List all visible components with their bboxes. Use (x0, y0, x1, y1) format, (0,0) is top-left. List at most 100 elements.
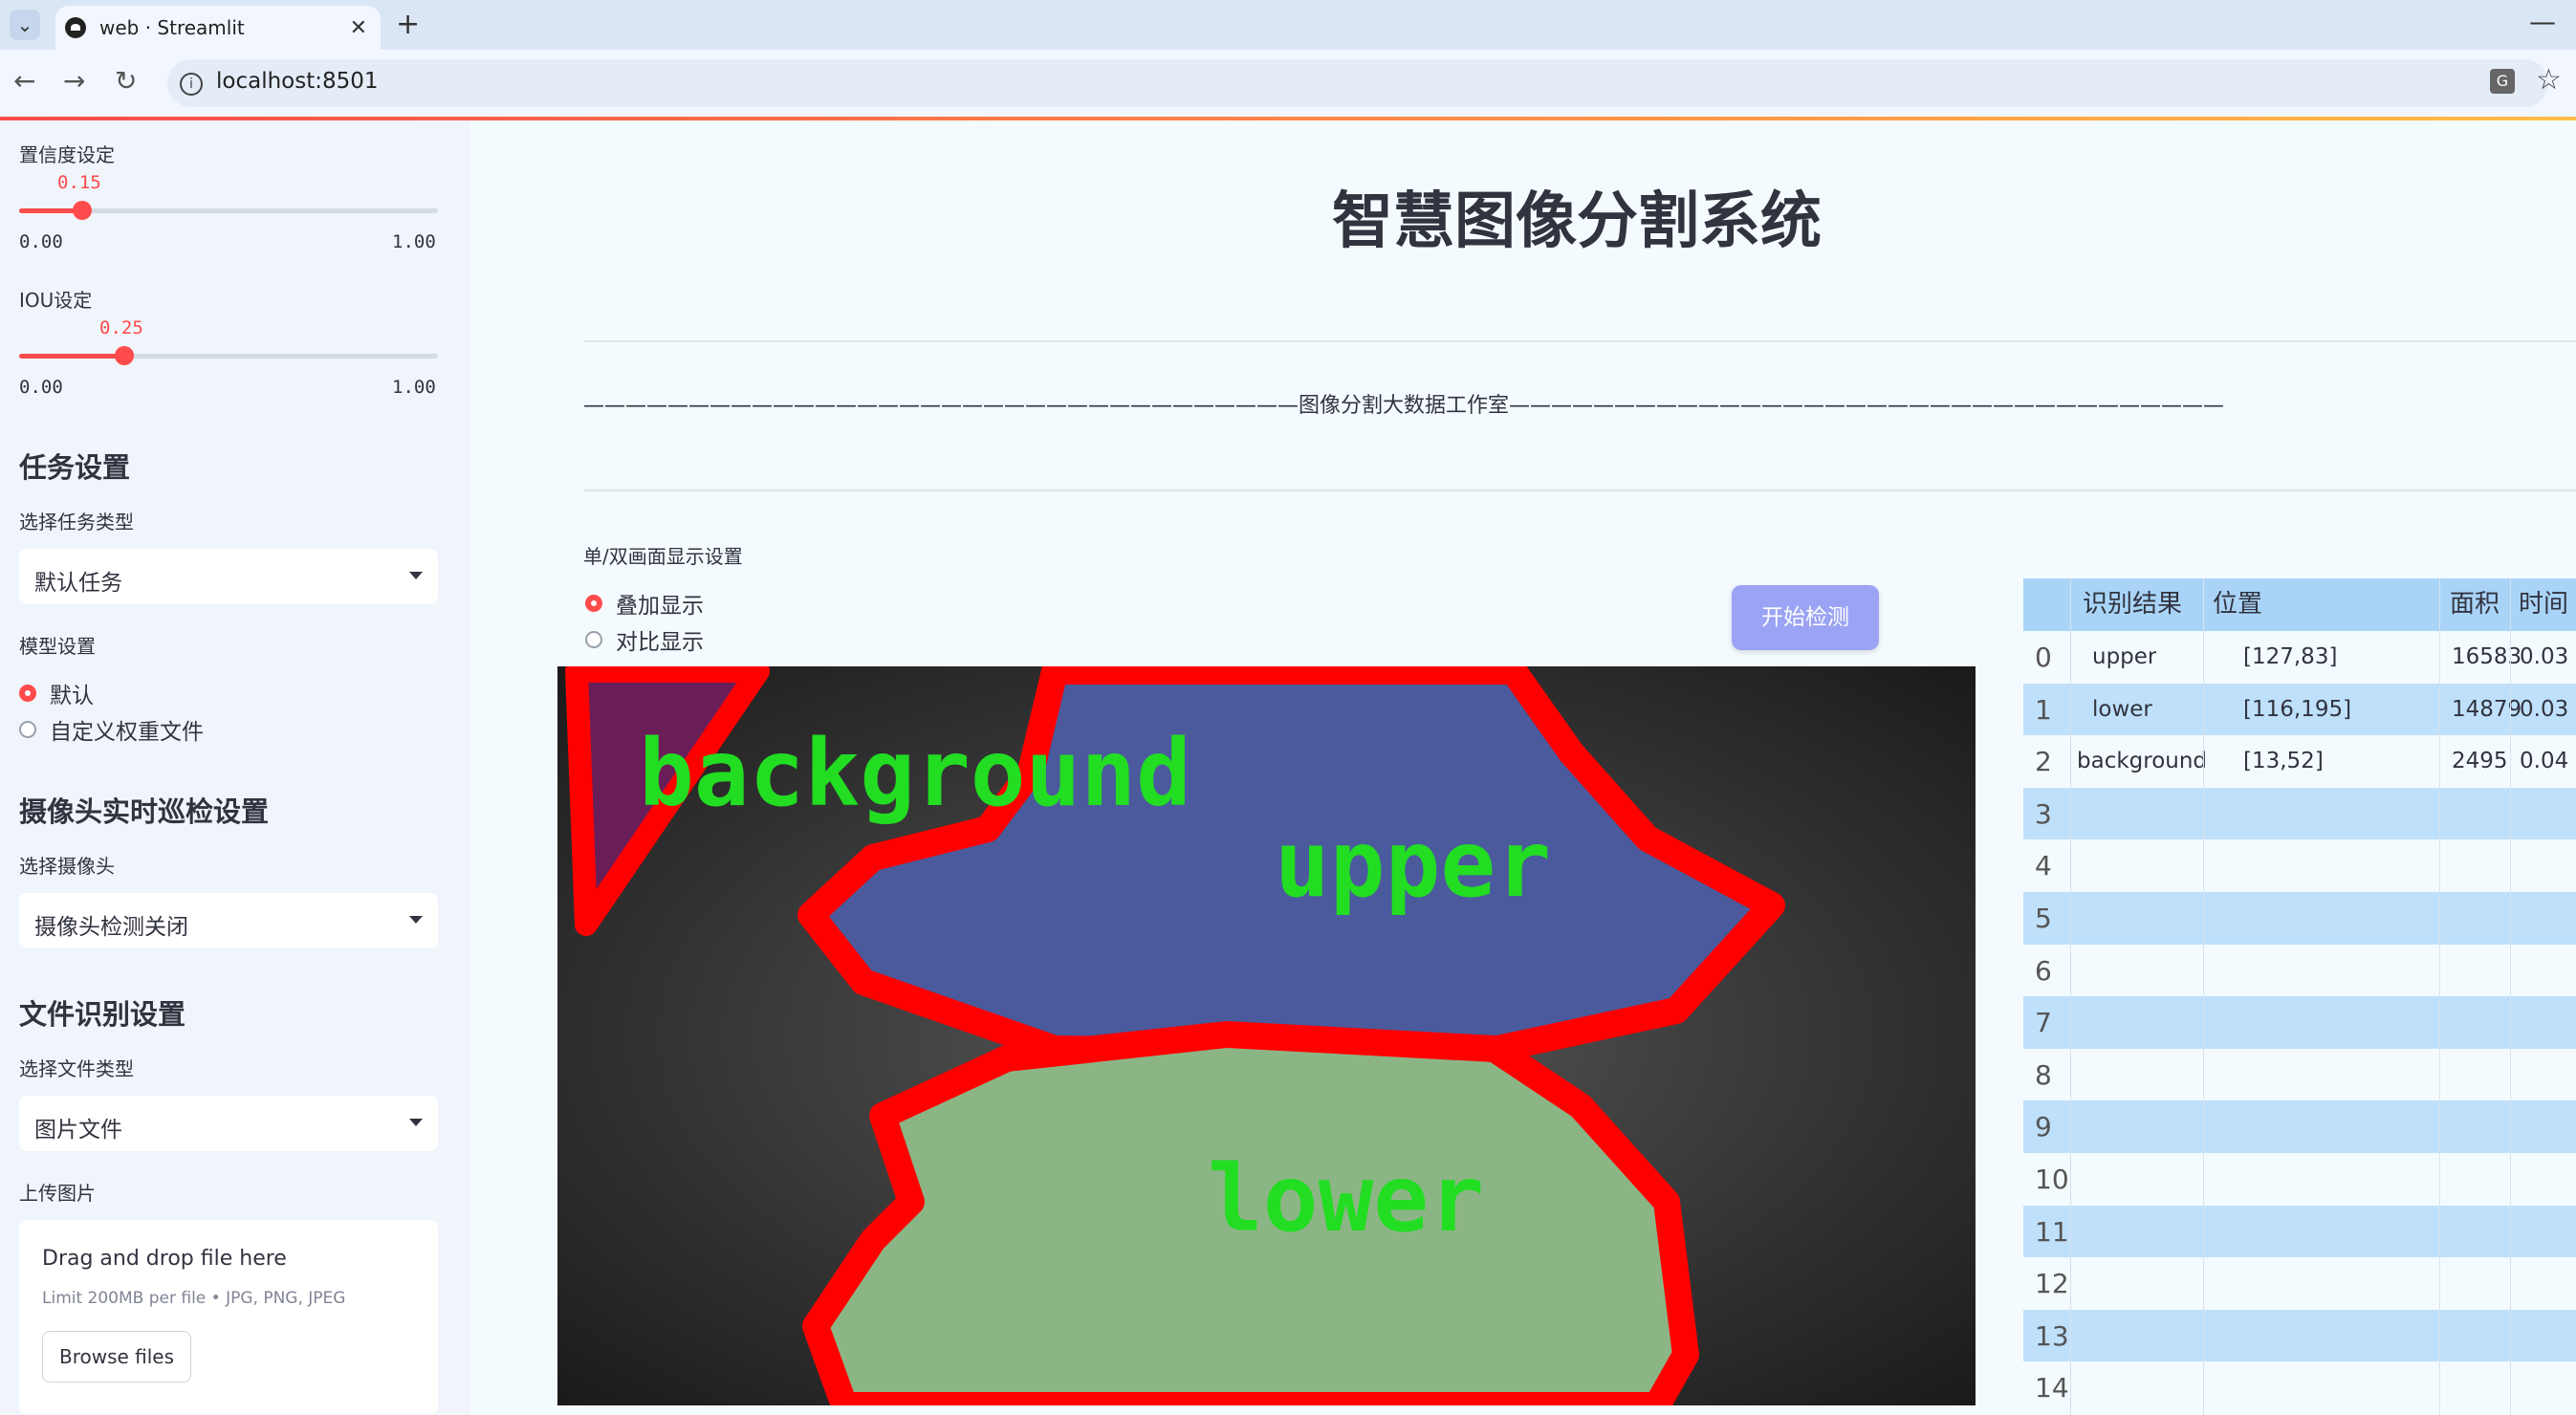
browser-toolbar: ← → ↻ i localhost:8501 G ☆ (0, 50, 2576, 117)
confidence-slider[interactable] (19, 201, 438, 220)
tab-search-chevron-icon[interactable]: ⌄ (10, 10, 40, 40)
table-cell-time: 0.03 (2520, 696, 2569, 722)
model-radio-default[interactable]: 默认 (19, 677, 94, 709)
row-index: 10 (2035, 1164, 2069, 1195)
radio-unselected-icon (585, 631, 602, 648)
table-row[interactable]: 0 upper [127,83] 16583 0.03 (2023, 631, 2576, 684)
table-cell-result: upper (2092, 644, 2157, 669)
table-header-cell[interactable]: 时间 (2519, 578, 2568, 631)
camera-settings-heading: 摄像头实时巡检设置 (19, 795, 270, 828)
task-type-label: 选择任务类型 (19, 511, 134, 533)
table-row[interactable]: 4 (2023, 839, 2576, 893)
display-radio-compare[interactable]: 对比显示 (585, 623, 704, 656)
lower-label: lower (1208, 1145, 1484, 1252)
table-cell-position: [13,52] (2243, 749, 2324, 774)
table-cell-result: background (2077, 749, 2208, 774)
browser-tab[interactable]: web · Streamlit ✕ (55, 6, 381, 50)
column-divider (2203, 578, 2204, 1415)
page-title: 智慧图像分割系统 (1332, 186, 1822, 257)
address-bar[interactable] (167, 59, 2548, 107)
table-row[interactable]: 6 (2023, 944, 2576, 997)
camera-select-label: 选择摄像头 (19, 855, 115, 878)
radio-label: 叠加显示 (616, 594, 704, 619)
reload-icon[interactable]: ↻ (115, 65, 137, 97)
camera-select-value: 摄像头检测关闭 (34, 915, 188, 940)
file-settings-heading: 文件识别设置 (19, 998, 186, 1031)
table-row[interactable]: 9 (2023, 1100, 2576, 1154)
table-row[interactable]: 2 background [13,52] 2495 0.04 (2023, 735, 2576, 789)
iou-label: IOU设定 (19, 289, 93, 312)
tab-title: web · Streamlit (99, 16, 245, 39)
row-index: 3 (2035, 797, 2052, 830)
table-row[interactable]: 8 (2023, 1048, 2576, 1101)
new-tab-icon[interactable]: + (396, 8, 420, 41)
radio-unselected-icon (19, 721, 36, 738)
row-index: 5 (2035, 903, 2052, 934)
site-info-icon[interactable]: i (180, 73, 203, 96)
minimize-window-icon[interactable]: — (2529, 6, 2556, 37)
camera-select[interactable]: 摄像头检测关闭 (19, 893, 438, 948)
table-header-row: 识别结果 位置 面积 时间 (2023, 578, 2576, 631)
file-type-select[interactable]: 图片文件 (19, 1096, 438, 1151)
upload-label: 上传图片 (19, 1182, 96, 1205)
table-row[interactable]: 5 (2023, 892, 2576, 945)
tab-close-icon[interactable]: ✕ (350, 16, 367, 40)
confidence-min: 0.00 (19, 231, 63, 252)
upper-label: upper (1275, 811, 1551, 918)
table-cell-time: 0.03 (2520, 644, 2569, 669)
bookmark-star-icon[interactable]: ☆ (2536, 63, 2562, 97)
display-radio-overlay[interactable]: 叠加显示 (585, 587, 704, 620)
table-row[interactable]: 13 (2023, 1309, 2576, 1362)
translate-icon[interactable]: G (2490, 69, 2515, 94)
iou-max: 1.00 (392, 377, 436, 398)
table-cell-position: [116,195] (2243, 696, 2352, 722)
forward-arrow-icon[interactable]: → (63, 65, 85, 97)
task-type-select[interactable]: 默认任务 (19, 549, 438, 604)
row-index: 2 (2035, 746, 2052, 778)
back-arrow-icon[interactable]: ← (13, 65, 35, 97)
table-header-cell[interactable]: 位置 (2213, 578, 2262, 631)
streamlit-favicon-icon (65, 17, 86, 38)
table-row[interactable]: 11 (2023, 1205, 2576, 1258)
table-row[interactable]: 14 (2023, 1361, 2576, 1415)
background-label: background (639, 720, 1191, 827)
chevron-down-icon (409, 1119, 423, 1126)
task-settings-heading: 任务设置 (19, 451, 131, 484)
table-row[interactable]: 7 (2023, 996, 2576, 1050)
confidence-slider-thumb[interactable] (72, 201, 92, 220)
model-settings-label: 模型设置 (19, 635, 96, 658)
table-cell-position: [127,83] (2243, 644, 2338, 669)
radio-selected-icon (19, 685, 36, 702)
row-index: 14 (2035, 1372, 2069, 1404)
table-row[interactable]: 3 (2023, 787, 2576, 840)
column-divider (2510, 578, 2511, 1415)
row-index: 13 (2035, 1319, 2069, 1352)
table-row[interactable]: 10 (2023, 1153, 2576, 1206)
table-cell-time: 0.04 (2520, 749, 2569, 774)
iou-slider-thumb[interactable] (114, 346, 134, 365)
start-detection-button[interactable]: 开始检测 (1732, 585, 1879, 650)
results-table[interactable]: 识别结果 位置 面积 时间 0 upper [127,83] 16583 0.03 1 lower[… (2023, 578, 2576, 1415)
table-row[interactable]: 12 (2023, 1257, 2576, 1311)
file-type-value: 图片文件 (34, 1118, 122, 1143)
row-index: 9 (2035, 1111, 2052, 1143)
url-text[interactable]: localhost:8501 (216, 69, 379, 94)
browse-files-button[interactable]: Browse files (42, 1331, 191, 1382)
table-row[interactable]: 1 lower [116,195] 14879 0.03 (2023, 683, 2576, 736)
file-uploader-dropzone[interactable]: Drag and drop file here Limit 200MB per … (19, 1220, 438, 1415)
row-index: 6 (2035, 954, 2052, 987)
table-cell-area: 14879 (2452, 696, 2522, 722)
row-index: 0 (2035, 642, 2052, 673)
segmentation-overlay: background upper lower (565, 666, 1785, 1405)
confidence-label: 置信度设定 (19, 143, 115, 166)
iou-slider-fill (19, 354, 124, 359)
row-index: 12 (2035, 1268, 2069, 1300)
display-mode-label: 单/双画面显示设置 (583, 545, 743, 568)
iou-slider[interactable] (19, 346, 438, 365)
divider (583, 340, 2576, 342)
chevron-down-icon (409, 916, 423, 924)
confidence-value: 0.15 (57, 172, 101, 193)
table-header-cell[interactable]: 面积 (2450, 578, 2500, 631)
table-header-cell[interactable]: 识别结果 (2083, 578, 2182, 631)
model-radio-custom[interactable]: 自定义权重文件 (19, 713, 204, 746)
